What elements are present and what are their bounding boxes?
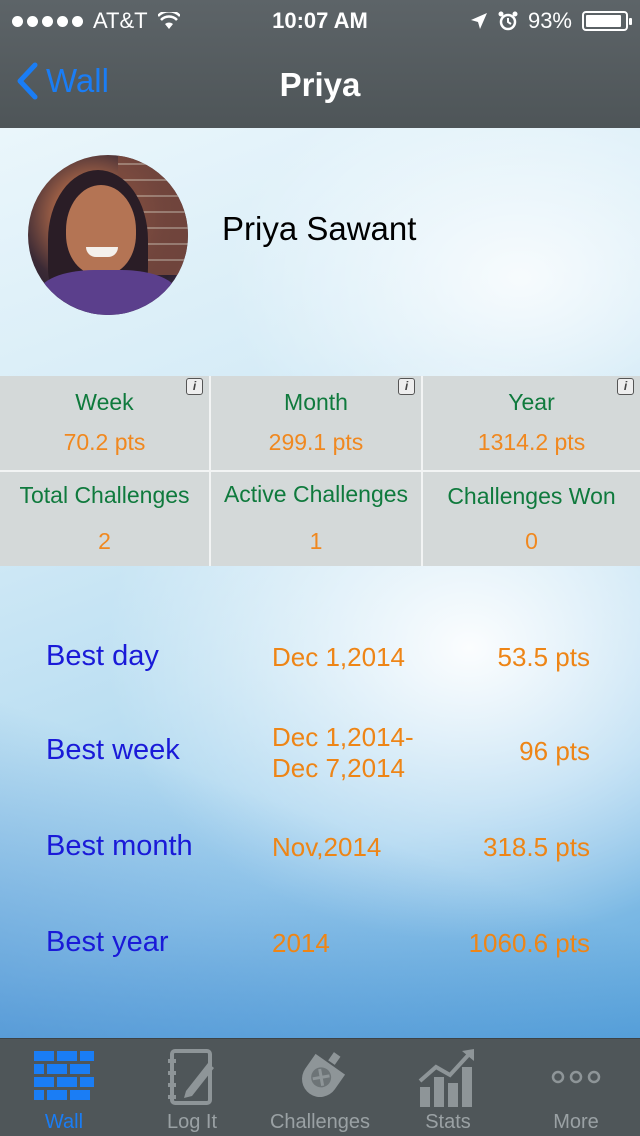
location-icon	[470, 13, 487, 29]
stat-value: 0	[525, 528, 538, 554]
best-date: Dec 1,2014	[272, 642, 405, 672]
best-points: 96 pts	[519, 736, 590, 766]
best-month-row: Best month Nov,2014 318.5 pts	[0, 830, 640, 890]
more-icon	[551, 1070, 601, 1084]
best-points: 318.5 pts	[483, 832, 590, 862]
best-date: 2014	[272, 928, 330, 958]
status-bar: AT&T 10:07 AM 93%	[0, 0, 640, 40]
stat-label: Week	[75, 389, 134, 415]
tab-challenges[interactable]: Challenges	[256, 1039, 384, 1136]
page-title: Priya	[279, 66, 361, 103]
stat-label: Year	[508, 389, 555, 415]
avatar[interactable]	[28, 155, 188, 315]
stat-value: 1	[309, 528, 323, 554]
best-points: 1060.6 pts	[468, 928, 590, 958]
stat-label: Month	[284, 389, 348, 415]
tab-label: More	[553, 1111, 599, 1133]
tab-bar: Wall Log It Challenges Stats More	[0, 1038, 640, 1136]
tab-label: Challenges	[269, 1111, 371, 1133]
best-day-row: Best day Dec 1,2014 53.5 pts	[0, 640, 640, 700]
stat-value: 299.1 pts	[268, 429, 364, 455]
tab-label: Stats	[425, 1111, 471, 1133]
tab-stats[interactable]: Stats	[384, 1039, 512, 1136]
best-label: Best year	[46, 926, 169, 958]
stat-value: 1314.2 pts	[477, 429, 586, 455]
stat-label: Active Challenges	[223, 481, 409, 507]
best-year-row: Best year 2014 1060.6 pts	[0, 926, 640, 986]
best-date-end: Dec 7,2014	[272, 753, 405, 783]
alarm-icon	[498, 11, 518, 31]
stat-value: 70.2 pts	[63, 429, 146, 455]
best-label: Best month	[46, 830, 193, 862]
tab-more[interactable]: More	[512, 1039, 640, 1136]
stat-label: Challenges Won	[447, 483, 616, 509]
stat-year: i Year 1314.2 pts	[423, 376, 640, 472]
best-label: Best week	[46, 734, 180, 766]
battery-icon	[582, 11, 632, 31]
profile-name: Priya Sawant	[222, 210, 417, 247]
best-label: Best day	[46, 640, 159, 672]
tab-label: Log It	[166, 1111, 218, 1133]
log-it-icon	[168, 1049, 214, 1105]
best-date-range: Dec 1,2014- Dec 7,2014	[272, 722, 414, 784]
challenges-icon	[302, 1052, 346, 1097]
best-date: Nov,2014	[272, 832, 382, 862]
stats-grid: i Week 70.2 pts i Month 299.1 pts i Year…	[0, 376, 640, 566]
tab-log-it[interactable]: Log It	[128, 1039, 256, 1136]
stat-week: i Week 70.2 pts	[0, 376, 211, 472]
best-week-row: Best week Dec 1,2014- Dec 7,2014 96 pts	[0, 722, 640, 792]
navigation-bar: Wall Priya	[0, 40, 640, 128]
tab-label: Wall	[44, 1111, 84, 1133]
stat-total-challenges: Total Challenges 2	[0, 472, 211, 566]
stat-label: Total Challenges	[19, 482, 190, 508]
battery-fill	[586, 15, 622, 27]
best-points: 53.5 pts	[497, 642, 590, 672]
stats-icon	[418, 1049, 474, 1107]
top-bar: AT&T 10:07 AM 93% Wall Priya	[0, 0, 640, 128]
tab-wall[interactable]: Wall	[0, 1039, 128, 1136]
stat-value: 2	[98, 528, 111, 554]
best-date-start: Dec 1,2014-	[272, 722, 414, 752]
wall-icon	[34, 1051, 94, 1100]
battery-percent: 93%	[527, 8, 572, 33]
stat-challenges-won: Challenges Won 0	[423, 472, 640, 566]
stat-active-challenges: Active Challenges 1	[211, 472, 423, 566]
stat-month: i Month 299.1 pts	[211, 376, 423, 472]
